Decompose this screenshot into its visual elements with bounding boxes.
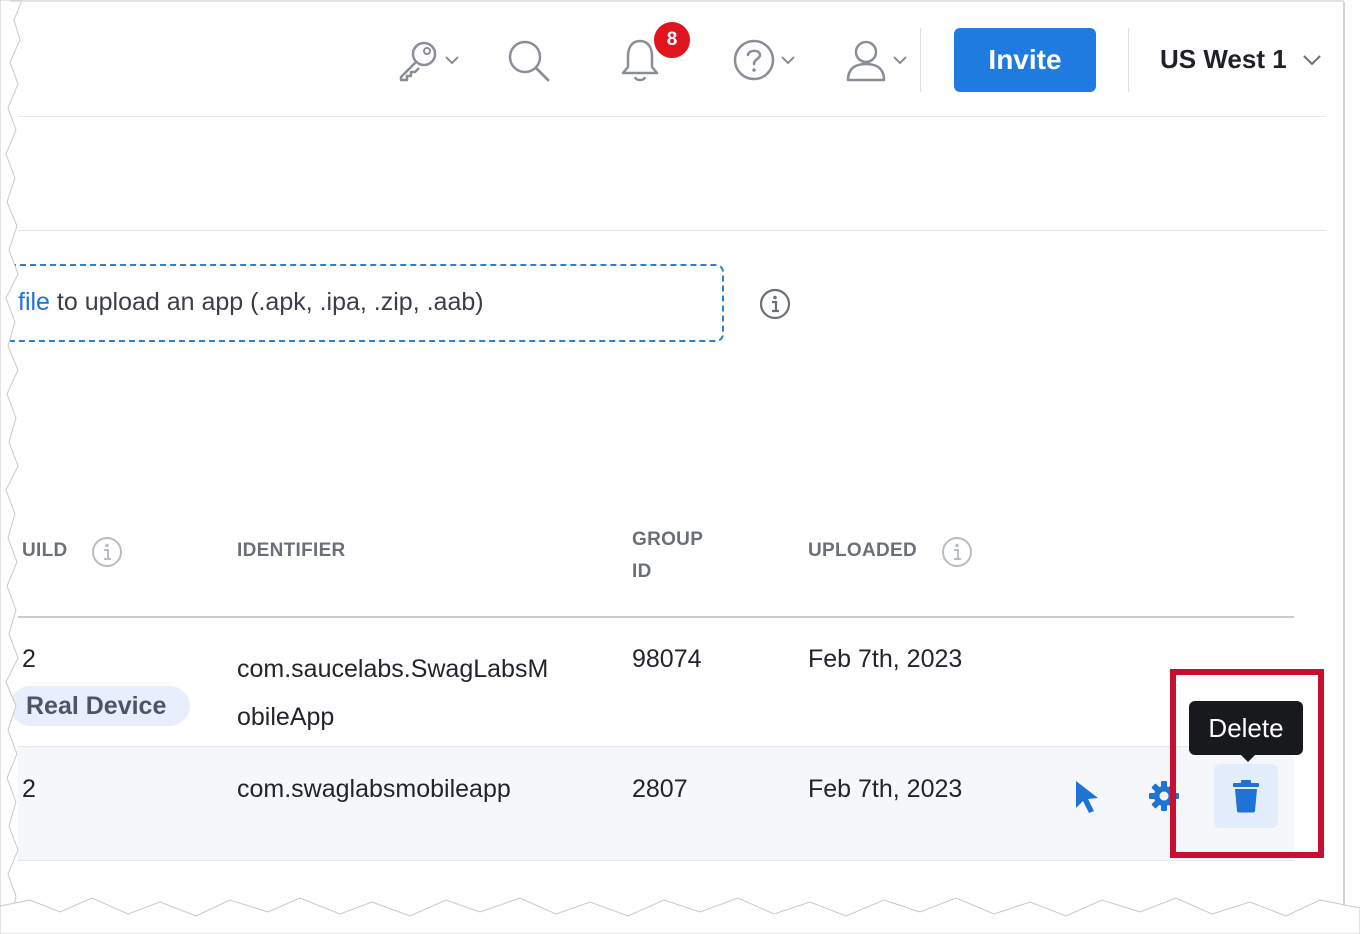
header-divider [1128, 28, 1129, 92]
row-identifier: com.swaglabsmobileapp [237, 775, 511, 803]
row-identifier-line1: com.saucelabs.SwagLabsM [237, 655, 549, 683]
column-header-build: UILD [22, 540, 68, 561]
user-menu-button[interactable] [840, 36, 912, 84]
help-button[interactable] [728, 36, 800, 84]
real-device-tag: Real Device [10, 686, 190, 726]
row-build: 2 [22, 645, 36, 673]
column-header-group-id: GROUP ID [632, 524, 703, 588]
key-icon [399, 41, 437, 82]
region-label: US West 1 [1160, 44, 1287, 74]
table-row[interactable] [18, 618, 1294, 746]
notifications-count-badge: 8 [652, 20, 692, 60]
launch-app-button[interactable] [1066, 776, 1106, 816]
api-key-button[interactable] [392, 36, 464, 84]
upload-instructions: file to upload an app (.apk, .ipa, .zip,… [18, 288, 484, 317]
header-divider [920, 28, 921, 92]
chevron-down-icon [1303, 55, 1321, 66]
row-build: 2 [22, 775, 36, 803]
row-identifier: com.saucelabs.SwagLabsM obileApp [237, 645, 548, 741]
row-group-id: 98074 [632, 645, 702, 673]
chevron-down-icon [781, 56, 795, 65]
choose-file-link[interactable]: file [18, 288, 50, 316]
info-icon[interactable] [758, 287, 792, 321]
row-uploaded: Feb 7th, 2023 [808, 645, 963, 673]
launch-cursor-icon [1076, 781, 1098, 813]
search-button[interactable] [504, 36, 552, 84]
chevron-down-icon [893, 56, 907, 65]
column-header-group-id-line2: ID [632, 561, 652, 582]
user-icon [846, 40, 886, 82]
row-identifier-line2: obileApp [237, 703, 335, 731]
help-icon [733, 39, 775, 81]
region-selector[interactable]: US West 1 [1150, 36, 1330, 86]
chevron-down-icon [445, 56, 459, 65]
column-header-uploaded: UPLOADED [808, 540, 918, 561]
search-icon [508, 40, 550, 82]
header-divider-line [18, 116, 1326, 117]
app-window: 8 Invite US West 1 file to upload an app… [0, 0, 1360, 934]
section-divider-line [18, 230, 1326, 231]
column-header-group-id-line1: GROUP [632, 529, 704, 550]
column-header-identifier: IDENTIFIER [237, 540, 346, 561]
invite-button[interactable]: Invite [954, 28, 1096, 92]
row-uploaded: Feb 7th, 2023 [808, 775, 963, 803]
annotation-highlight-box [1170, 669, 1324, 858]
upload-text: to upload an app (.apk, .ipa, .zip, .aab… [49, 288, 484, 316]
row-group-id: 2807 [632, 775, 688, 803]
row-divider [18, 860, 1294, 861]
info-icon[interactable] [90, 535, 124, 569]
info-icon[interactable] [940, 535, 974, 569]
